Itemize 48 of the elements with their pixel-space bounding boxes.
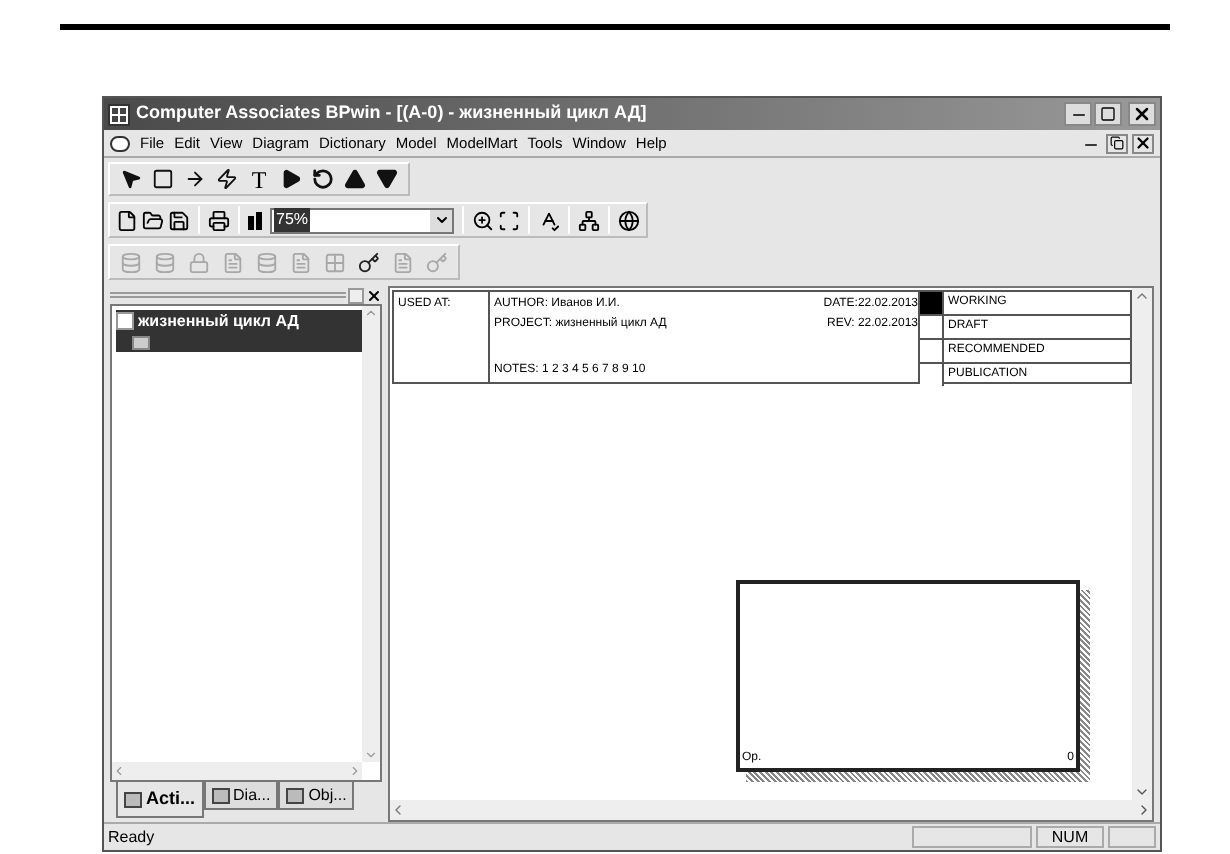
spell-check-icon[interactable] xyxy=(538,209,560,231)
zoom-combo[interactable]: 75% xyxy=(270,207,454,233)
save-icon[interactable] xyxy=(168,209,190,231)
print-icon[interactable] xyxy=(208,209,230,231)
document-icon[interactable] xyxy=(110,135,130,151)
panel-tab[interactable]: Dia... xyxy=(203,782,279,810)
triangle-up-icon[interactable] xyxy=(340,164,370,194)
diagram-icon xyxy=(132,335,150,349)
scroll-left-icon[interactable] xyxy=(390,802,406,818)
status-indicator: NUM xyxy=(1036,826,1104,848)
maximize-icon xyxy=(1100,106,1116,122)
tree-item[interactable] xyxy=(116,332,362,352)
panel-tab[interactable]: Obj... xyxy=(278,782,355,810)
scrollbar[interactable] xyxy=(390,800,1152,820)
box-icon[interactable] xyxy=(148,164,178,194)
scroll-down-icon[interactable] xyxy=(1134,784,1150,800)
scrollbar[interactable] xyxy=(1132,288,1152,800)
window-title: Computer Associates BPwin - [(A-0) - жизненный цикл АД] xyxy=(136,100,647,127)
globe-icon[interactable] xyxy=(618,209,640,231)
tab-icon xyxy=(286,787,305,803)
triangle-down-icon[interactable] xyxy=(372,164,402,194)
undo-icon[interactable] xyxy=(308,164,338,194)
bars-icon[interactable] xyxy=(248,211,262,229)
minimize-button[interactable] xyxy=(1064,102,1092,126)
tree-item[interactable]: жизненный цикл АД xyxy=(116,310,362,332)
tab-icon xyxy=(124,791,142,807)
tree-icon[interactable] xyxy=(578,209,600,231)
scroll-up-icon[interactable] xyxy=(1134,288,1150,304)
key-icon[interactable] xyxy=(354,247,384,277)
status-text: Ready xyxy=(108,825,155,849)
zoom-in-icon[interactable] xyxy=(472,209,494,231)
activity-icon xyxy=(116,312,134,330)
panel-tab[interactable]: Acti... xyxy=(116,782,204,818)
lightning-icon[interactable] xyxy=(212,164,242,194)
close-button[interactable] xyxy=(1128,102,1156,126)
text-tool[interactable]: T xyxy=(244,164,274,194)
scroll-right-icon[interactable] xyxy=(1136,802,1152,818)
maximize-button[interactable] xyxy=(1094,102,1122,126)
zoom-fit-icon[interactable] xyxy=(498,209,520,231)
app-icon xyxy=(108,103,130,125)
restore-icon[interactable] xyxy=(1106,133,1128,153)
close-icon xyxy=(1132,104,1152,124)
close-icon[interactable] xyxy=(1132,133,1154,153)
tab-icon xyxy=(211,787,230,803)
close-icon[interactable] xyxy=(366,287,382,303)
dropdown-icon[interactable] xyxy=(430,209,452,231)
new-file-icon[interactable] xyxy=(116,209,138,231)
open-folder-icon[interactable] xyxy=(142,209,164,231)
